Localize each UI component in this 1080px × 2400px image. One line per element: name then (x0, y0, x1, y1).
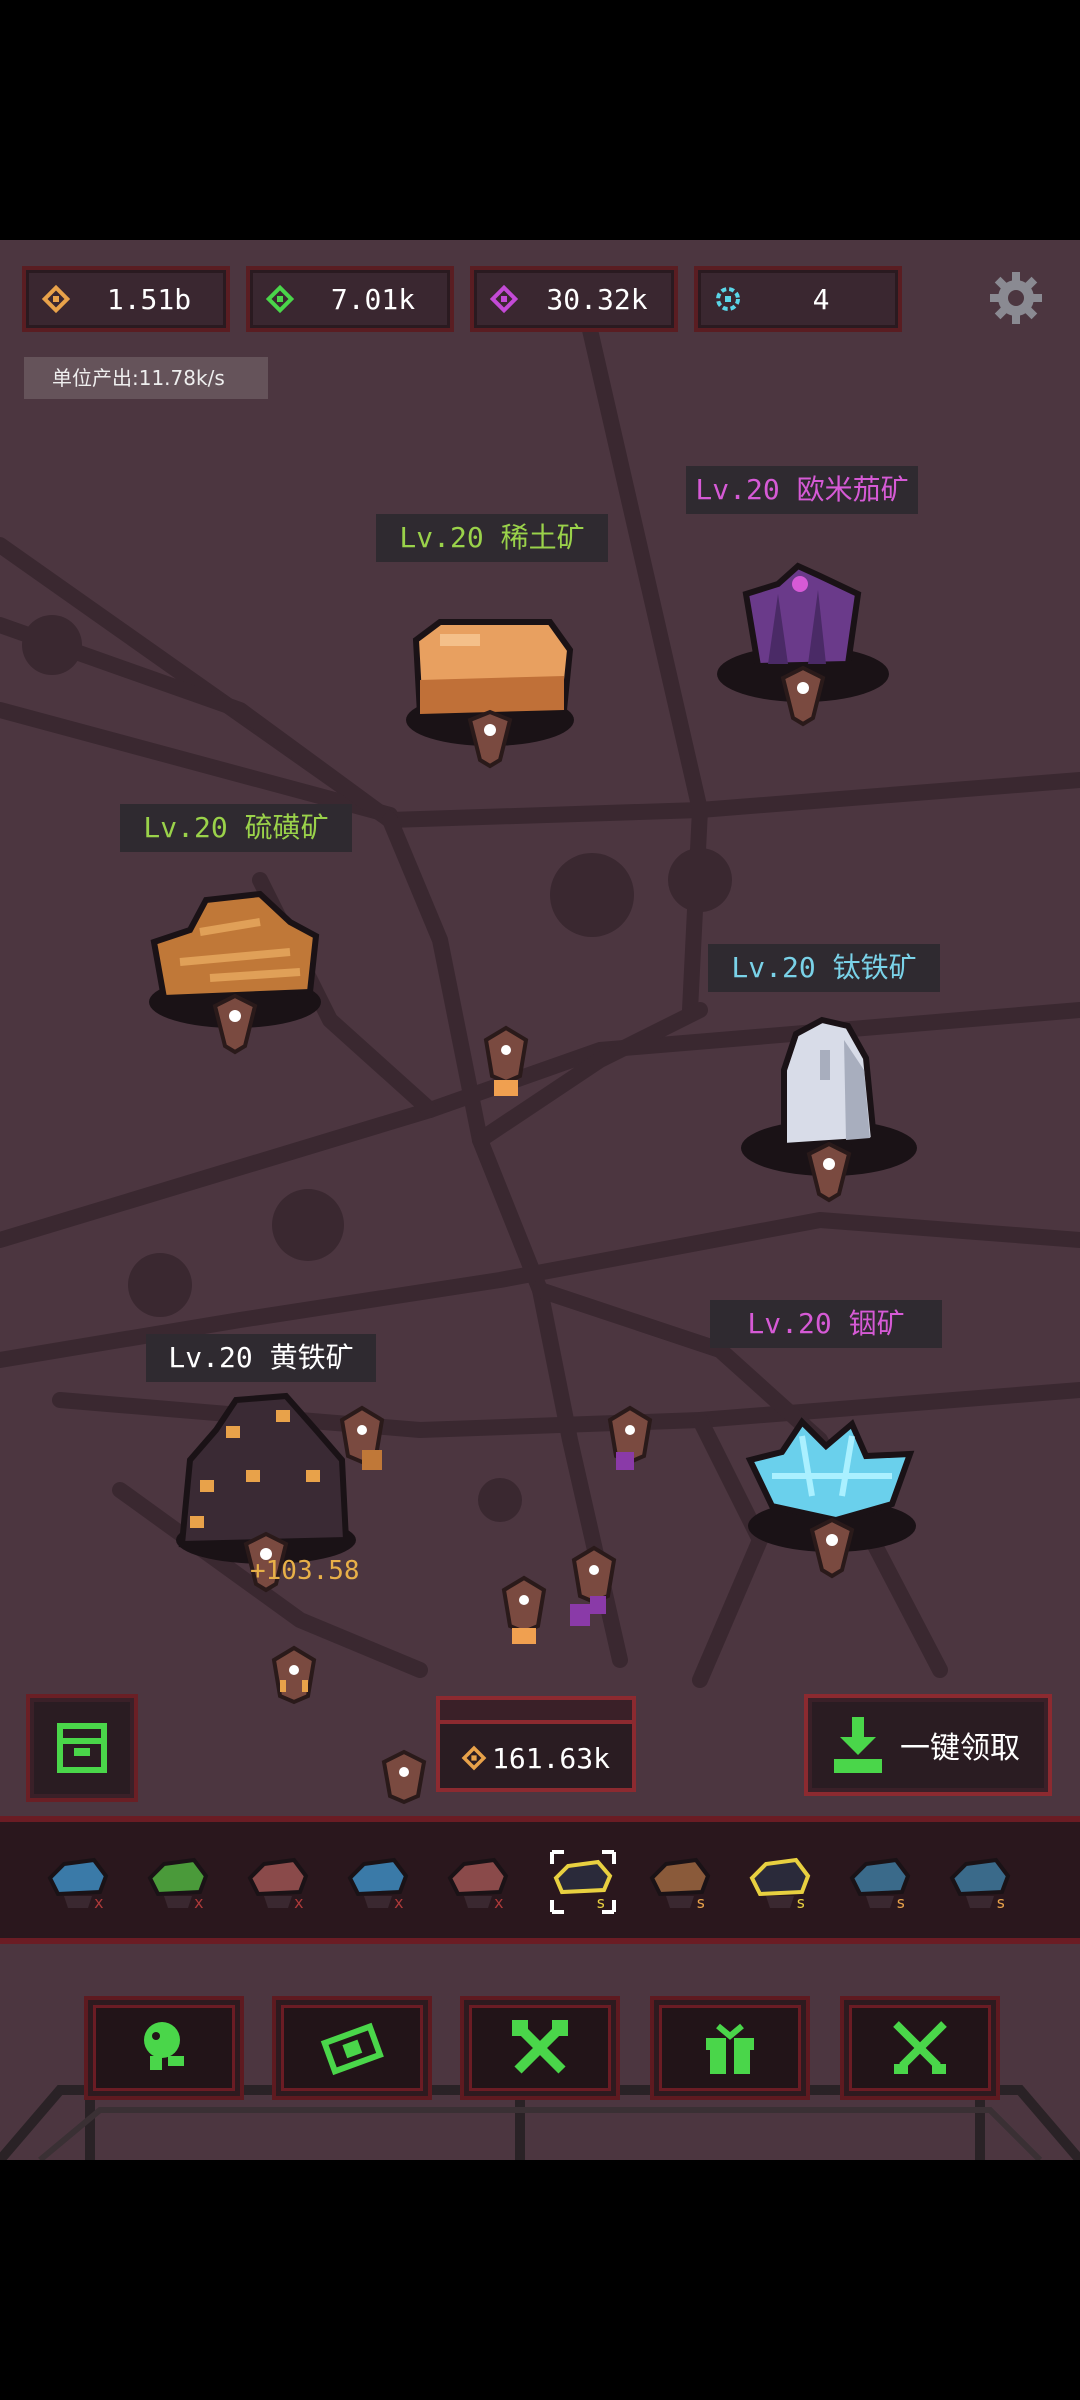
gear-icon[interactable] (988, 270, 1044, 326)
omega-mine[interactable] (708, 554, 898, 744)
miner-strip: x x x x x s s s s s (0, 1816, 1080, 1944)
resource-gold-value: 1.51b (106, 282, 192, 316)
svg-text:x: x (394, 1893, 404, 1912)
svg-text:x: x (194, 1893, 204, 1912)
resource-purple-value: 30.32k (546, 282, 648, 316)
mine-label-indium: Lv.20 铟矿 (710, 1300, 942, 1348)
mine-label-pyrite: Lv.20 黄铁矿 (146, 1334, 376, 1382)
tools-icon (512, 2020, 568, 2074)
miner-green-icon[interactable]: x (144, 1848, 214, 1916)
miner-brown-gold-icon[interactable]: s (646, 1848, 716, 1916)
miner-unit (570, 1545, 617, 1626)
miner-unit (483, 1025, 529, 1096)
nav-gift[interactable] (650, 1996, 810, 2100)
chest-icon (57, 1723, 107, 1773)
svg-text:s: s (896, 1893, 906, 1912)
nav-worm[interactable] (84, 1996, 244, 2100)
mine-label-ilmenite: Lv.20 钛铁矿 (708, 944, 940, 992)
resource-gold: 1.51b (22, 266, 230, 332)
resource-purple: 30.32k (470, 266, 678, 332)
collect-all-label: 一键领取 (900, 1731, 1020, 1766)
gold-ore-icon (41, 284, 71, 314)
blue-gem-icon (716, 287, 740, 311)
svg-text:x: x (494, 1893, 504, 1912)
miner-blue-icon[interactable]: s (946, 1848, 1016, 1916)
miner-brown-icon[interactable]: x (244, 1848, 314, 1916)
download-tray-icon (834, 1717, 882, 1773)
miner-unit (501, 1575, 547, 1644)
sulfur-mine[interactable] (140, 882, 330, 1062)
miner-unit (271, 1645, 317, 1705)
warehouse-button[interactable] (26, 1694, 138, 1802)
bottom-nav (0, 1960, 1080, 2160)
resource-blue: 4 (694, 266, 902, 332)
green-gem-icon (265, 284, 295, 314)
floating-gain: +103.58 (250, 1556, 360, 1586)
storage-amount: 161.63k (491, 1742, 610, 1775)
purple-gem-icon (489, 284, 519, 314)
gift-icon (706, 2023, 754, 2074)
nav-tools[interactable] (460, 1996, 620, 2100)
indium-mine[interactable] (742, 1416, 922, 1596)
miner-unit (381, 1749, 427, 1805)
mine-label-rare-earth: Lv.20 稀土矿 (376, 514, 608, 562)
mine-label-sulfur: Lv.20 硫磺矿 (120, 804, 352, 852)
nav-cash[interactable] (272, 1996, 432, 2100)
miner-blue-icon[interactable]: x (344, 1848, 414, 1916)
collect-all-button[interactable]: 一键领取 (804, 1694, 1052, 1796)
game-screen: 1.51b 7.01k 30.32k 4 单位产出:11.78k/s Lv.20… (0, 240, 1080, 2160)
resource-green-value: 7.01k (330, 282, 416, 316)
miner-dark-gold-icon[interactable]: s (746, 1848, 816, 1916)
svg-text:s: s (696, 1893, 706, 1912)
svg-text:s: s (596, 1893, 606, 1912)
miner-unit (607, 1405, 653, 1470)
miner-unit (339, 1405, 385, 1470)
miner-blue-icon[interactable]: x (44, 1848, 114, 1916)
svg-text:x: x (294, 1893, 304, 1912)
unit-output: 单位产出:11.78k/s (24, 357, 268, 399)
svg-text:s: s (996, 1893, 1006, 1912)
miner-dark-gold-icon[interactable]: s (548, 1848, 618, 1916)
miner-brown-icon[interactable]: x (444, 1848, 514, 1916)
mine-label-omega: Lv.20 欧米茄矿 (686, 466, 918, 514)
nav-battle[interactable] (840, 1996, 1000, 2100)
resource-blue-value: 4 (812, 282, 830, 316)
storage-lid (436, 1696, 636, 1724)
cash-icon (320, 2022, 384, 2076)
rare-earth-mine[interactable] (400, 610, 580, 780)
ilmenite-mine[interactable] (734, 1010, 924, 1230)
svg-text:x: x (94, 1893, 104, 1912)
swords-icon (893, 2021, 947, 2074)
worm-icon (144, 2022, 184, 2070)
resource-green: 7.01k (246, 266, 454, 332)
storage-box[interactable]: 161.63k (436, 1696, 636, 1792)
svg-text:s: s (796, 1893, 806, 1912)
miner-blue-icon[interactable]: s (846, 1848, 916, 1916)
